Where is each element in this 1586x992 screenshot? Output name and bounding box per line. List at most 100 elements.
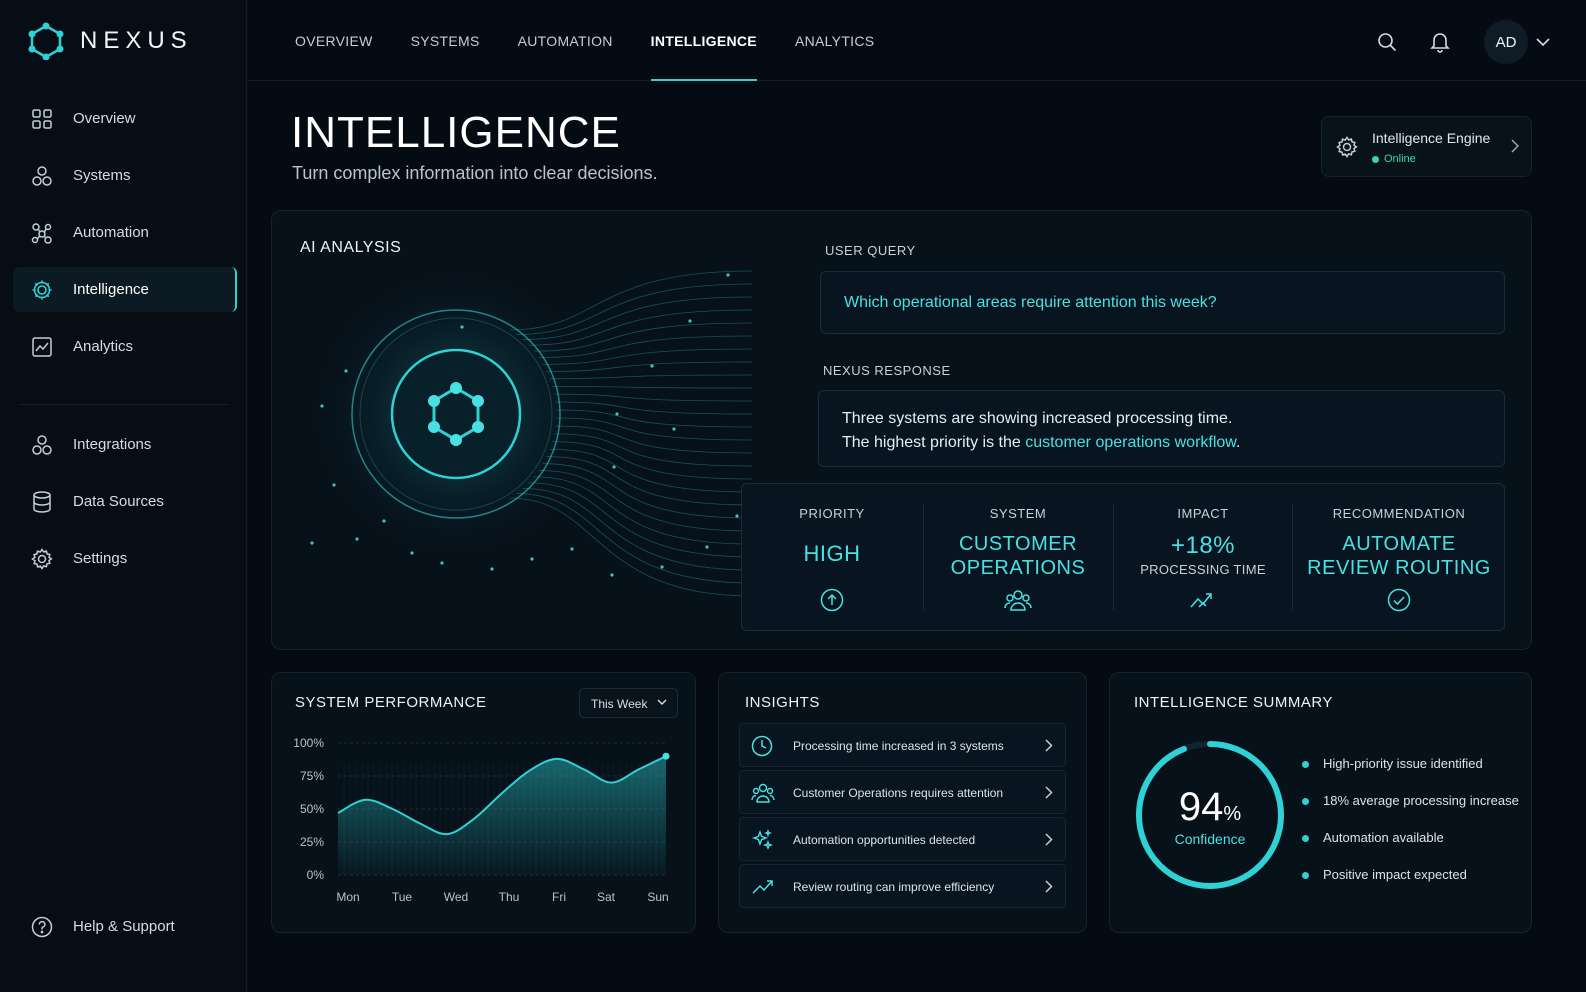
metric-label: RECOMMENDATION — [1332, 506, 1466, 521]
insight-item[interactable]: Processing time increased in 3 systems — [739, 723, 1066, 767]
particle — [332, 483, 336, 487]
particle — [410, 551, 414, 555]
user-avatar[interactable]: AD — [1484, 20, 1528, 64]
insights-title: INSIGHTS — [745, 694, 820, 711]
range-select-value: This Week — [591, 697, 648, 711]
gear-icon — [1336, 136, 1358, 158]
sidebar-item-label: Integrations — [73, 436, 152, 453]
confidence-value: 94% — [1135, 785, 1285, 830]
tab-analytics[interactable]: ANALYTICS — [795, 0, 874, 81]
grid-icon — [31, 108, 53, 130]
top-actions: AD — [1367, 20, 1558, 64]
confidence-number: 94 — [1178, 785, 1224, 829]
particle — [612, 465, 616, 469]
tab-systems[interactable]: SYSTEMS — [411, 0, 480, 81]
status-dot — [1372, 155, 1379, 163]
sidebar-item-label: Settings — [73, 550, 128, 567]
metric-priority: PRIORITY HIGH — [742, 484, 922, 632]
sidebar: NEXUS Overview Systems Automation Intell… — [0, 0, 247, 992]
users-icon — [751, 782, 775, 804]
summary-list: High-priority issue identified 18% avera… — [1302, 756, 1519, 904]
sidebar-item-label: Analytics — [73, 338, 134, 355]
arrow-up-circle-icon — [820, 588, 844, 612]
sidebar-item-overview[interactable]: Overview — [13, 96, 237, 141]
tab-overview[interactable]: OVERVIEW — [295, 0, 373, 81]
clock-icon — [751, 735, 773, 757]
brand-name: NEXUS — [80, 27, 193, 54]
summary-item: High-priority issue identified — [1302, 756, 1519, 793]
sidebar-secondary-nav: Integrations Data Sources Settings — [13, 422, 237, 593]
search-icon — [1377, 32, 1397, 52]
confidence-unit: % — [1223, 803, 1242, 825]
sidebar-item-analytics[interactable]: Analytics — [13, 324, 237, 369]
response-line-2: The highest priority is the customer ope… — [842, 431, 1481, 455]
users-icon — [1004, 588, 1032, 612]
chevron-right-icon — [1045, 833, 1053, 846]
intelligence-gear-icon — [31, 279, 53, 301]
tab-automation[interactable]: AUTOMATION — [518, 0, 613, 81]
particle — [530, 557, 534, 561]
particle — [735, 514, 739, 518]
metric-recommendation: RECOMMENDATION AUTOMATE REVIEW ROUTING — [1293, 484, 1505, 632]
nexus-response-label: NEXUS RESPONSE — [823, 363, 951, 378]
tab-intelligence[interactable]: INTELLIGENCE — [650, 0, 758, 81]
help-circle-icon — [31, 916, 53, 938]
summary-item: Positive impact expected — [1302, 867, 1519, 904]
analysis-metrics: PRIORITY HIGH SYSTEM CUSTOMER OPERATIONS… — [741, 483, 1505, 631]
top-bar: OVERVIEW SYSTEMS AUTOMATION INTELLIGENCE… — [247, 0, 1586, 81]
metric-value-line-2: OPERATIONS — [950, 557, 1086, 579]
metric-value-line-1: AUTOMATE — [1342, 533, 1456, 555]
particle — [650, 364, 654, 368]
user-query-box[interactable]: Which operational areas require attentio… — [820, 271, 1505, 334]
database-icon — [31, 490, 53, 513]
engine-status-text: Online — [1384, 153, 1416, 165]
system-performance-panel: SYSTEM PERFORMANCE This Week 0% 25% 50% 75%… — [271, 672, 696, 933]
particle — [310, 541, 314, 545]
metric-label: IMPACT — [1177, 506, 1229, 521]
insight-item[interactable]: Automation opportunities detected — [739, 817, 1066, 861]
insight-text: Processing time increased in 3 systems — [793, 739, 1004, 753]
insights-panel: INSIGHTS Processing time increased in 3 … — [718, 672, 1087, 933]
brand-logo[interactable]: NEXUS — [28, 22, 193, 60]
insight-item[interactable]: Review routing can improve efficiency — [739, 864, 1066, 908]
sidebar-main-nav: Overview Systems Automation Intelligence… — [13, 96, 237, 381]
notifications-button[interactable] — [1420, 22, 1460, 62]
particle — [615, 412, 619, 416]
particle — [610, 573, 614, 577]
particle — [705, 545, 709, 549]
sidebar-item-help[interactable]: Help & Support — [13, 904, 237, 949]
range-select[interactable]: This Week — [579, 688, 678, 718]
integrations-icon — [31, 434, 53, 456]
page-subtitle: Turn complex information into clear deci… — [292, 163, 658, 183]
y-tick-label: 50% — [300, 802, 324, 816]
x-tick-label: Sun — [647, 890, 668, 904]
response-highlight-link[interactable]: customer operations workflow — [1025, 434, 1236, 451]
x-tick-label: Wed — [444, 890, 468, 904]
sidebar-item-data-sources[interactable]: Data Sources — [13, 479, 237, 524]
chart-end-point — [662, 752, 670, 760]
particle — [570, 547, 574, 551]
sidebar-item-automation[interactable]: Automation — [13, 210, 237, 255]
sidebar-item-intelligence[interactable]: Intelligence — [13, 267, 237, 312]
sidebar-item-settings[interactable]: Settings — [13, 536, 237, 581]
check-circle-icon — [1387, 588, 1411, 612]
search-button[interactable] — [1367, 22, 1407, 62]
performance-chart: 0% 25% 50% 75% 100% Mon Tue Wed Thu Fri Sat Sun — [293, 736, 670, 904]
intelligence-engine-status[interactable]: Intelligence Engine Online — [1321, 116, 1532, 177]
sidebar-item-integrations[interactable]: Integrations — [13, 422, 237, 467]
chart-line-icon — [31, 336, 53, 358]
account-menu-button[interactable] — [1528, 22, 1558, 62]
chevron-right-icon — [1045, 786, 1053, 799]
chart-area-fill — [338, 756, 666, 875]
x-tick-label: Fri — [552, 890, 566, 904]
sidebar-item-label: Data Sources — [73, 493, 164, 510]
sidebar-item-systems[interactable]: Systems — [13, 153, 237, 198]
particle — [320, 404, 324, 408]
particle — [440, 561, 444, 565]
metric-sub-label: PROCESSING TIME — [1140, 562, 1266, 577]
sidebar-item-label: Help & Support — [73, 918, 175, 935]
insight-item[interactable]: Customer Operations requires attention — [739, 770, 1066, 814]
insight-text: Customer Operations requires attention — [793, 786, 1004, 800]
particle — [490, 567, 494, 571]
sidebar-divider — [20, 404, 228, 405]
